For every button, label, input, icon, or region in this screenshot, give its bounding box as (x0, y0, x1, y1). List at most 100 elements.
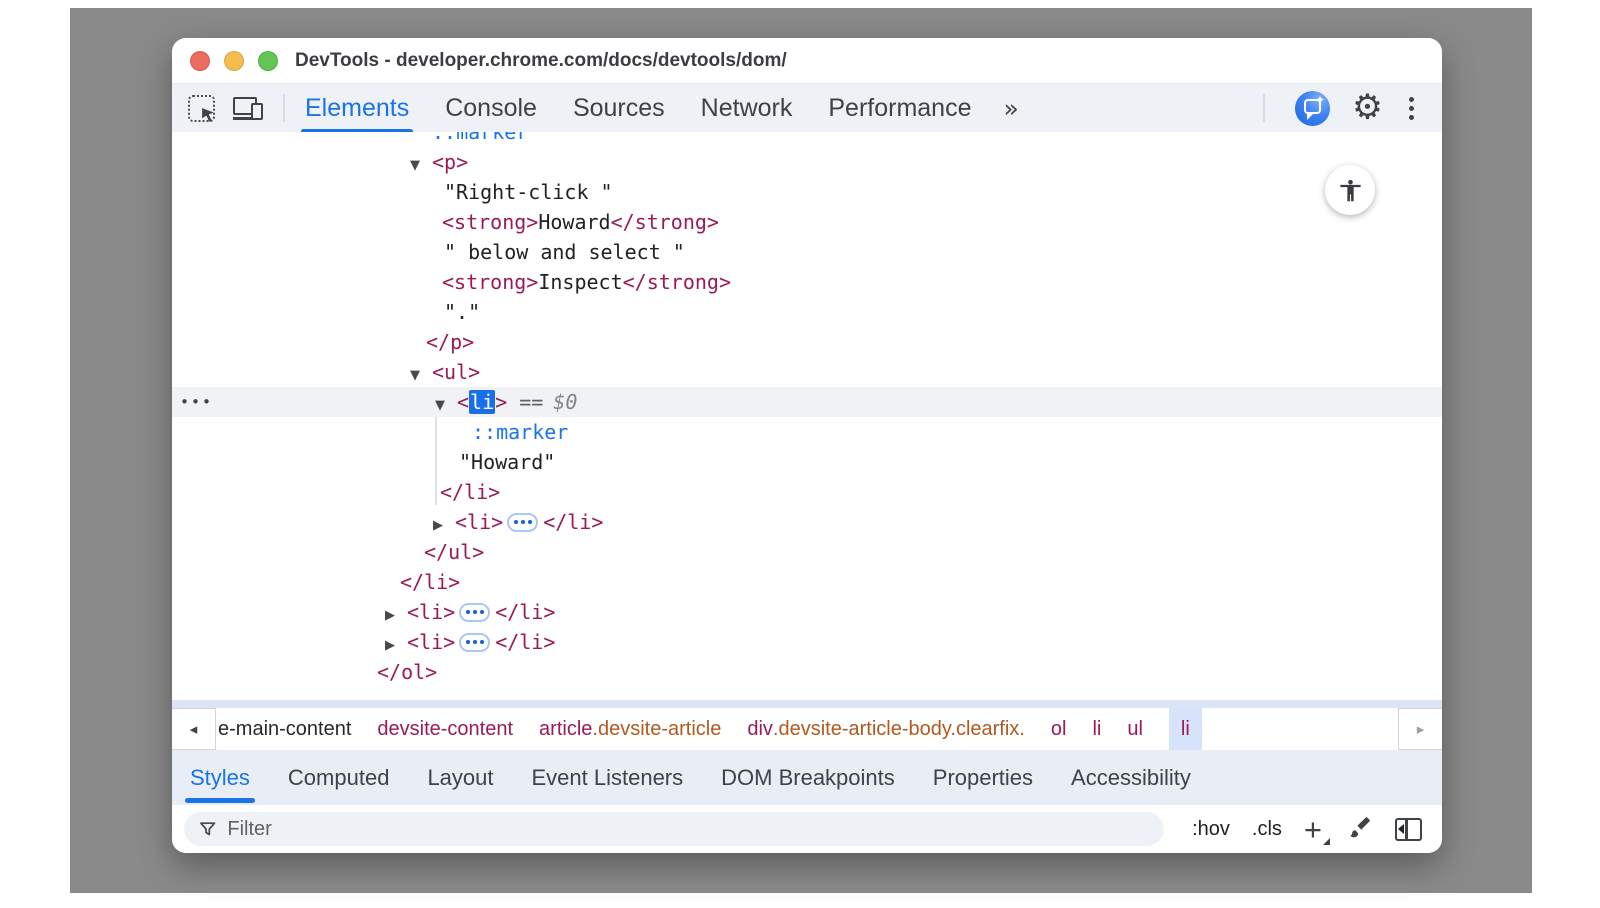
dom-tree-row[interactable]: "Howard" (172, 447, 1442, 477)
dom-tree-row[interactable]: " below and select " (172, 237, 1442, 267)
sidebar-tab-label: Styles (190, 765, 250, 791)
breadcrumb-item-article[interactable]: article.devsite-article (539, 708, 721, 750)
sidebar-tab-layout[interactable]: Layout (427, 750, 493, 805)
crumb-tag-name: li (1181, 718, 1190, 741)
breadcrumb-item-li[interactable]: li (1169, 708, 1202, 750)
dom-tree-panel: ::marker▼<p>"Right-click "<strong>Howard… (172, 132, 1442, 700)
breadcrumb-item-e-main-content[interactable]: e-main-content (218, 708, 351, 750)
tag-close-token: </strong> (611, 210, 719, 234)
accessibility-overlay-button[interactable] (1325, 165, 1375, 215)
inspect-element-icon[interactable] (188, 95, 215, 122)
collapsed-content-ellipsis-icon[interactable] (459, 633, 490, 652)
minimize-window-button[interactable] (224, 51, 244, 71)
filter-funnel-icon (198, 819, 217, 839)
styles-filter-bar: :hov .cls + (172, 805, 1442, 853)
pseudo-element-token[interactable]: ::marker (432, 132, 528, 144)
crumb-tag-name: article (539, 718, 592, 741)
dom-tree-row[interactable]: ▶<li></li> (172, 627, 1442, 657)
tag-close-token: </li> (400, 570, 460, 594)
breadcrumb-item-devsite-content[interactable]: devsite-content (377, 708, 513, 750)
toggle-pseudo-classes-button[interactable]: :hov (1192, 818, 1230, 841)
dom-tree-row[interactable]: </p> (172, 327, 1442, 357)
dom-tree-row[interactable]: ::marker (172, 417, 1442, 447)
dom-tree-row[interactable]: ▶<li></li> (172, 597, 1442, 627)
breadcrumb-item-ol[interactable]: ol (1051, 708, 1067, 750)
breadcrumb-item-div[interactable]: div.devsite-article-body.clearfix. (747, 708, 1025, 750)
device-toolbar-icon[interactable] (233, 95, 263, 122)
dom-tree-row[interactable]: ▼<ul> (172, 357, 1442, 387)
breadcrumb-item-li[interactable]: li (1092, 708, 1101, 750)
close-window-button[interactable] (190, 51, 210, 71)
toggle-element-classes-button[interactable]: .cls (1252, 818, 1282, 841)
dom-tree-row[interactable]: <strong>Howard</strong> (172, 207, 1442, 237)
more-tabs-chevron-icon[interactable]: » (1003, 94, 1016, 123)
traffic-lights (190, 51, 278, 71)
tab-console[interactable]: Console (445, 84, 537, 132)
sidebar-tab-computed[interactable]: Computed (288, 750, 390, 805)
collapsed-content-ellipsis-icon[interactable] (507, 513, 538, 532)
crumb-tag-name: li (1092, 718, 1101, 741)
dom-tree-row[interactable]: <strong>Inspect</strong> (172, 267, 1442, 297)
more-options-icon[interactable] (1405, 93, 1418, 124)
crumb-tag-name: ol (1051, 718, 1067, 741)
toggle-sidebar-icon[interactable] (1395, 818, 1422, 841)
sidebar-tab-accessibility[interactable]: Accessibility (1071, 750, 1191, 805)
tab-label: Console (445, 94, 537, 123)
tag-close-token: </ul> (424, 540, 484, 564)
text-node-token: "Howard" (459, 450, 555, 474)
sidebar-tab-label: Computed (288, 765, 390, 791)
dom-tree-row[interactable]: </li> (172, 567, 1442, 597)
row-gutter-dots-icon[interactable]: ••• (180, 387, 213, 417)
text-node-token: "Right-click " (444, 180, 613, 204)
crumb-tag-name: devsite-content (377, 718, 513, 741)
tab-sources[interactable]: Sources (573, 84, 665, 132)
dom-tree-row[interactable]: ▼<p> (172, 147, 1442, 177)
dom-tree-row[interactable]: ::marker (172, 132, 1442, 147)
tag-close-token: </li> (495, 630, 555, 654)
text-node-token: " below and select " (444, 240, 685, 264)
rendering-brush-icon[interactable] (1348, 814, 1373, 844)
sidebar-tab-properties[interactable]: Properties (933, 750, 1033, 805)
new-style-rule-button[interactable]: + (1304, 814, 1326, 845)
text-node-token: Inspect (538, 270, 622, 294)
sidebar-tab-dom-breakpoints[interactable]: DOM Breakpoints (721, 750, 895, 805)
styles-filter-field[interactable] (184, 812, 1164, 846)
tag-open-token: <ul> (432, 360, 480, 384)
gray-backdrop: DevTools - developer.chrome.com/docs/dev… (70, 8, 1532, 893)
tab-label: Sources (573, 94, 665, 123)
tag-close-token: </ol> (377, 660, 437, 684)
horizontal-scrollbar-track[interactable] (172, 700, 1442, 708)
styles-filter-input[interactable] (227, 818, 1150, 841)
breadcrumb-item-ul[interactable]: ul (1127, 708, 1143, 750)
sidebar-tab-styles[interactable]: Styles (190, 750, 250, 805)
dom-tree-row[interactable]: "Right-click " (172, 177, 1442, 207)
tab-elements[interactable]: Elements (305, 84, 409, 132)
toolbar-right-icons: ✦ ⚙ (1257, 91, 1442, 126)
collapsed-content-ellipsis-icon[interactable] (459, 603, 490, 622)
ai-assistance-icon[interactable]: ✦ (1295, 91, 1330, 126)
breadcrumb-scroll-left-button[interactable]: ◂ (172, 708, 216, 750)
toolbar-divider (1263, 94, 1265, 122)
toolbar-divider (283, 94, 285, 122)
tag-open-token: <li> (457, 390, 507, 414)
tab-performance[interactable]: Performance (828, 84, 971, 132)
tab-label: Performance (828, 94, 971, 123)
crumb-tag-name: ul (1127, 718, 1143, 741)
dom-tree-row[interactable]: </ol> (172, 657, 1442, 687)
dom-tree-row[interactable]: "." (172, 297, 1442, 327)
pseudo-element-token[interactable]: ::marker (472, 420, 568, 444)
dom-tree-row[interactable]: •••▼<li>==$0 (172, 387, 1442, 417)
window-title: DevTools - developer.chrome.com/docs/dev… (295, 38, 1442, 83)
settings-gear-icon[interactable]: ⚙ (1352, 91, 1383, 126)
tag-open-token: <li> (455, 510, 503, 534)
sidebar-tab-event-listeners[interactable]: Event Listeners (532, 750, 684, 805)
dom-tree-row[interactable]: </ul> (172, 537, 1442, 567)
cursor-arrow-icon (200, 107, 217, 124)
zoom-window-button[interactable] (258, 51, 278, 71)
dom-tree-row[interactable]: ▶<li></li> (172, 507, 1442, 537)
tag-open-token: <strong> (442, 270, 538, 294)
sidebar-tab-label: Event Listeners (532, 765, 684, 791)
tab-network[interactable]: Network (701, 84, 793, 132)
dom-tree-row[interactable]: </li> (172, 477, 1442, 507)
breadcrumb-scroll-right-button[interactable]: ▸ (1398, 708, 1442, 750)
